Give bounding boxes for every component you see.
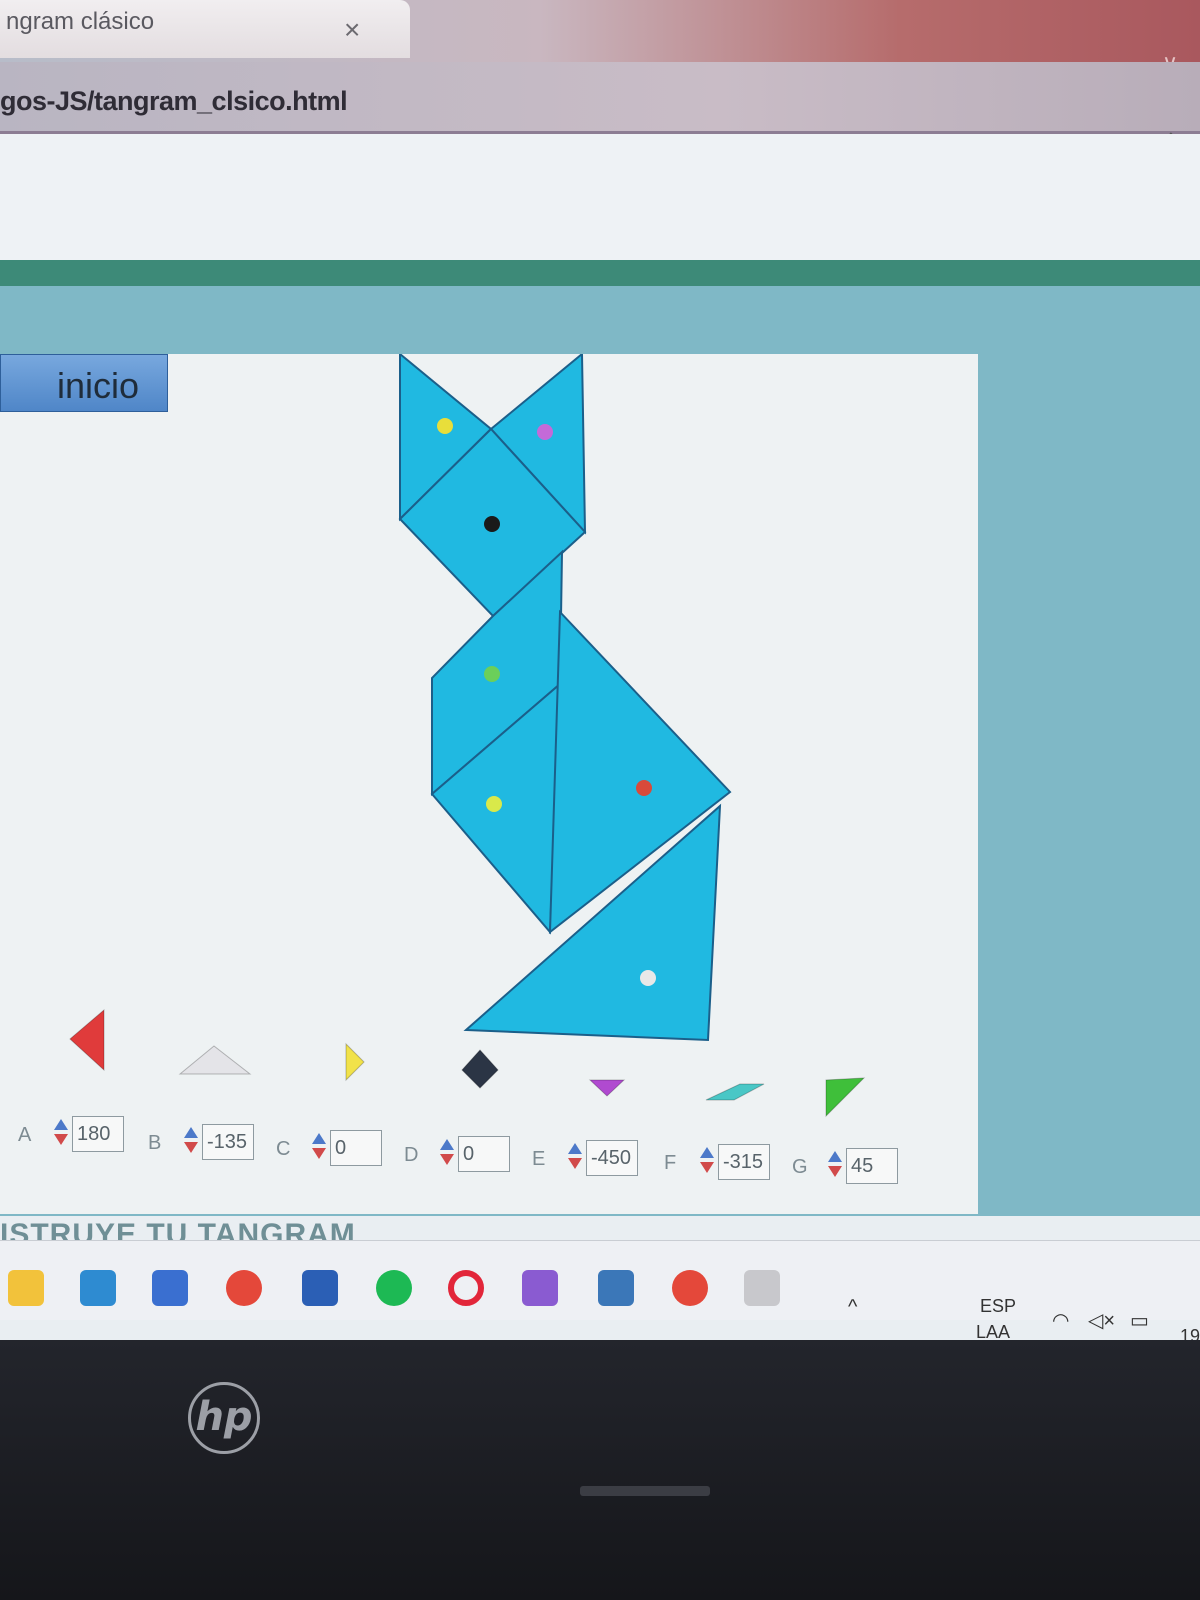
inicio-button[interactable]: inicio (0, 354, 168, 412)
tab-title: ngram clásico (6, 8, 155, 35)
rotation-input-e[interactable] (586, 1140, 638, 1176)
keyboard-layout-indicator[interactable]: LAA (976, 1322, 1010, 1340)
close-tab-icon[interactable]: × (344, 14, 360, 46)
clock[interactable]: 19 (1180, 1326, 1200, 1340)
palette-yellow-triangle[interactable] (345, 1042, 365, 1082)
tangram-canvas[interactable] (0, 354, 978, 1214)
installer-icon[interactable] (744, 1270, 780, 1306)
tangram-board (0, 354, 978, 1214)
address-bar[interactable]: gos-JS/tangram_clsico.html (0, 62, 1200, 134)
wifi-icon[interactable]: ◠ (1052, 1308, 1069, 1333)
rotation-handle-small-triangle-right[interactable] (537, 424, 553, 440)
spinner-down-icon[interactable] (700, 1162, 714, 1173)
laptop-bezel (0, 1340, 1200, 1600)
mail-icon[interactable] (80, 1270, 116, 1306)
browser-tab[interactable]: ngram clásico × (0, 0, 410, 58)
rotation-input-g[interactable] (846, 1148, 898, 1184)
battery-icon[interactable]: ▭ (1130, 1308, 1149, 1333)
rotation-spinner-g[interactable] (828, 1148, 842, 1182)
spinner-down-icon[interactable] (828, 1166, 842, 1177)
palette-purple-triangle[interactable] (588, 1079, 626, 1097)
opera-icon[interactable] (448, 1270, 484, 1306)
spinner-up-icon[interactable] (312, 1133, 326, 1144)
control-label-a: A (18, 1124, 32, 1146)
page-header (0, 134, 1200, 260)
word-icon[interactable] (302, 1270, 338, 1306)
rotation-spinner-b[interactable] (184, 1124, 198, 1158)
spinner-up-icon[interactable] (568, 1143, 582, 1154)
chrome-icon[interactable] (226, 1270, 262, 1306)
rotation-spinner-c[interactable] (312, 1130, 326, 1164)
figure-layer (398, 354, 732, 1042)
spinner-up-icon[interactable] (700, 1147, 714, 1158)
control-label-b: B (148, 1132, 162, 1154)
palette-teal-parallelogram[interactable] (705, 1083, 765, 1101)
rotation-handle-parallelogram-neck[interactable] (484, 666, 500, 682)
file-explorer-icon[interactable] (8, 1270, 44, 1306)
rotation-input-a[interactable] (72, 1116, 124, 1152)
url-text[interactable]: gos-JS/tangram_clsico.html (0, 86, 348, 117)
python-icon[interactable] (598, 1270, 634, 1306)
palette-red-triangle[interactable] (69, 1008, 105, 1072)
palette-white-triangle[interactable] (178, 1045, 252, 1075)
spinner-up-icon[interactable] (440, 1139, 454, 1150)
visual-studio-icon[interactable] (522, 1270, 558, 1306)
rotation-handle-medium-triangle-body[interactable] (486, 796, 502, 812)
control-label-g: G (792, 1156, 808, 1178)
store-icon[interactable] (152, 1270, 188, 1306)
spinner-up-icon[interactable] (828, 1151, 842, 1162)
chrome-profile-icon[interactable] (672, 1270, 708, 1306)
control-label-e: E (532, 1148, 546, 1170)
control-label-c: C (276, 1138, 291, 1160)
spinner-up-icon[interactable] (54, 1119, 68, 1130)
rotation-input-d[interactable] (458, 1136, 510, 1172)
hinge (580, 1486, 710, 1496)
rotation-handle-large-triangle-base[interactable] (640, 970, 656, 986)
rotation-handle-square-head[interactable] (484, 516, 500, 532)
rotation-input-b[interactable] (202, 1124, 254, 1160)
spinner-down-icon[interactable] (312, 1148, 326, 1159)
spotify-icon[interactable] (376, 1270, 412, 1306)
palette-dark-square[interactable] (461, 1049, 499, 1089)
spinner-down-icon[interactable] (184, 1142, 198, 1153)
control-label-f: F (664, 1152, 677, 1174)
rotation-input-f[interactable] (718, 1144, 770, 1180)
tray-chevron-icon[interactable]: ^ (848, 1296, 857, 1319)
spinner-down-icon[interactable] (440, 1154, 454, 1165)
spinner-down-icon[interactable] (568, 1158, 582, 1169)
language-indicator[interactable]: ESP (980, 1296, 1016, 1317)
control-label-d: D (404, 1144, 419, 1166)
rotation-spinner-d[interactable] (440, 1136, 454, 1170)
palette-layer (69, 1008, 866, 1118)
browser-tab-bar: ngram clásico × ∨ (0, 0, 1200, 75)
rotation-handle-large-triangle-body[interactable] (636, 780, 652, 796)
rotation-spinner-a[interactable] (54, 1116, 68, 1150)
rotation-input-c[interactable] (330, 1130, 382, 1166)
spinner-down-icon[interactable] (54, 1134, 68, 1145)
volume-muted-icon[interactable]: ◁× (1088, 1308, 1115, 1333)
spinner-up-icon[interactable] (184, 1127, 198, 1138)
rotation-handle-small-triangle-left[interactable] (437, 418, 453, 434)
hp-logo: hp (188, 1382, 260, 1454)
rotation-spinner-e[interactable] (568, 1140, 582, 1174)
header-divider (0, 260, 1200, 286)
rotation-spinner-f[interactable] (700, 1144, 714, 1178)
palette-green-triangle[interactable] (825, 1077, 866, 1118)
screen: ngram clásico × ∨ gos-JS/tangram_clsico.… (0, 0, 1200, 1340)
